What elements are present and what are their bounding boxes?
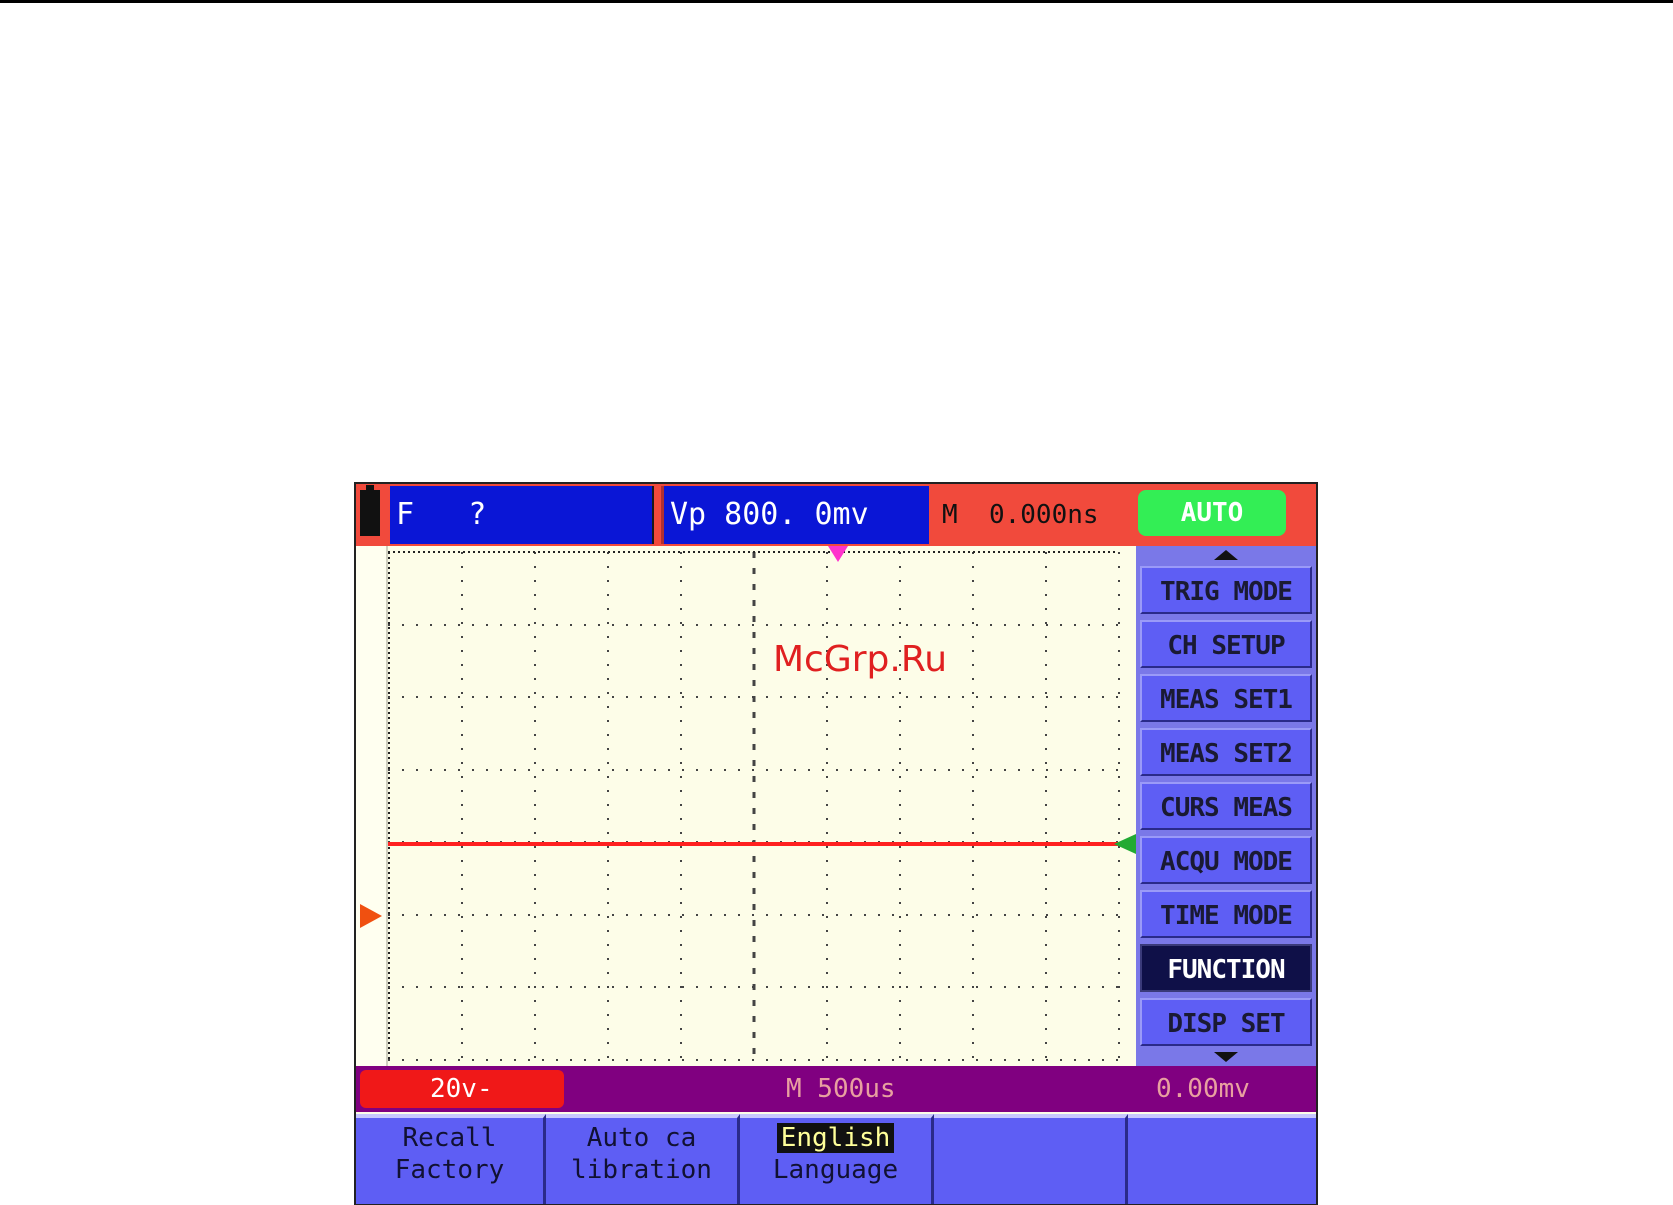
menu-item-acqu-mode[interactable]: ACQU MODE [1140, 836, 1312, 884]
side-menu: TRIG MODE CH SETUP MEAS SET1 MEAS SET2 CURS … [1136, 546, 1316, 1066]
bottom-status-bar: 20v- M 500us 0.00mv [356, 1066, 1316, 1112]
watermark-text: McGrp.Ru [773, 639, 948, 680]
menu-item-meas-set2[interactable]: MEAS SET2 [1140, 728, 1312, 776]
menu-item-ch-setup[interactable]: CH SETUP [1140, 620, 1312, 668]
trigger-level-marker-icon [1114, 834, 1136, 854]
vp-readout: Vp 800. 0mv [661, 486, 929, 544]
menu-item-curs-meas[interactable]: CURS MEAS [1140, 782, 1312, 830]
softkey-line2: Language [772, 1155, 899, 1185]
softkey-line2 [934, 1154, 1125, 1186]
auto-mode-badge[interactable]: AUTO [1138, 490, 1286, 536]
recall-factory-softkey[interactable]: Recall Factory [356, 1114, 546, 1204]
trigger-level-readout: 0.00mv [1156, 1074, 1250, 1104]
waveform-grid: McGrp.Ru [388, 546, 1136, 1066]
oscilloscope-screen: F ? Vp 800. 0mv M 0.000ns AUTO McGrp.Ru … [354, 482, 1318, 1205]
channel-level-marker-icon [360, 904, 382, 928]
auto-calibration-softkey[interactable]: Auto ca libration [546, 1114, 740, 1204]
softkey-5[interactable] [1128, 1114, 1316, 1204]
timebase-readout: M 0.000ns [942, 500, 1099, 530]
menu-item-disp-set[interactable]: DISP SET [1140, 998, 1312, 1046]
softkey-bar: Recall Factory Auto ca libration English… [356, 1114, 1316, 1204]
softkey-line1: Auto ca [586, 1123, 697, 1153]
menu-item-time-mode[interactable]: TIME MODE [1140, 890, 1312, 938]
top-status-bar: F ? Vp 800. 0mv M 0.000ns AUTO [356, 484, 1316, 546]
page-top-rule [0, 0, 1673, 3]
menu-item-meas-set1[interactable]: MEAS SET1 [1140, 674, 1312, 722]
softkey-line1 [934, 1122, 1125, 1154]
frequency-readout: F ? [390, 486, 654, 544]
waveform-grid-svg [388, 546, 1136, 1061]
language-softkey[interactable]: English Language [740, 1114, 934, 1204]
grid-lines [388, 551, 1120, 1061]
softkey-line2: Factory [394, 1155, 505, 1185]
menu-scroll-down-icon[interactable] [1214, 1052, 1238, 1062]
menu-scroll-up-icon[interactable] [1214, 550, 1238, 560]
trigger-position-marker-icon [828, 546, 848, 562]
menu-item-trig-mode[interactable]: TRIG MODE [1140, 566, 1312, 614]
softkey-line1: English [776, 1123, 895, 1153]
volts-per-div-badge: 20v- [360, 1070, 564, 1108]
channel-rail [356, 546, 388, 1066]
softkey-line1: Recall [402, 1123, 497, 1153]
softkey-4[interactable] [934, 1114, 1128, 1204]
softkey-line2: libration [571, 1155, 712, 1185]
softkey-line2 [1128, 1154, 1316, 1186]
battery-icon [360, 485, 380, 536]
menu-item-function[interactable]: FUNCTION [1140, 944, 1312, 992]
time-per-div-readout: M 500us [786, 1074, 896, 1104]
softkey-line1 [1128, 1122, 1316, 1154]
